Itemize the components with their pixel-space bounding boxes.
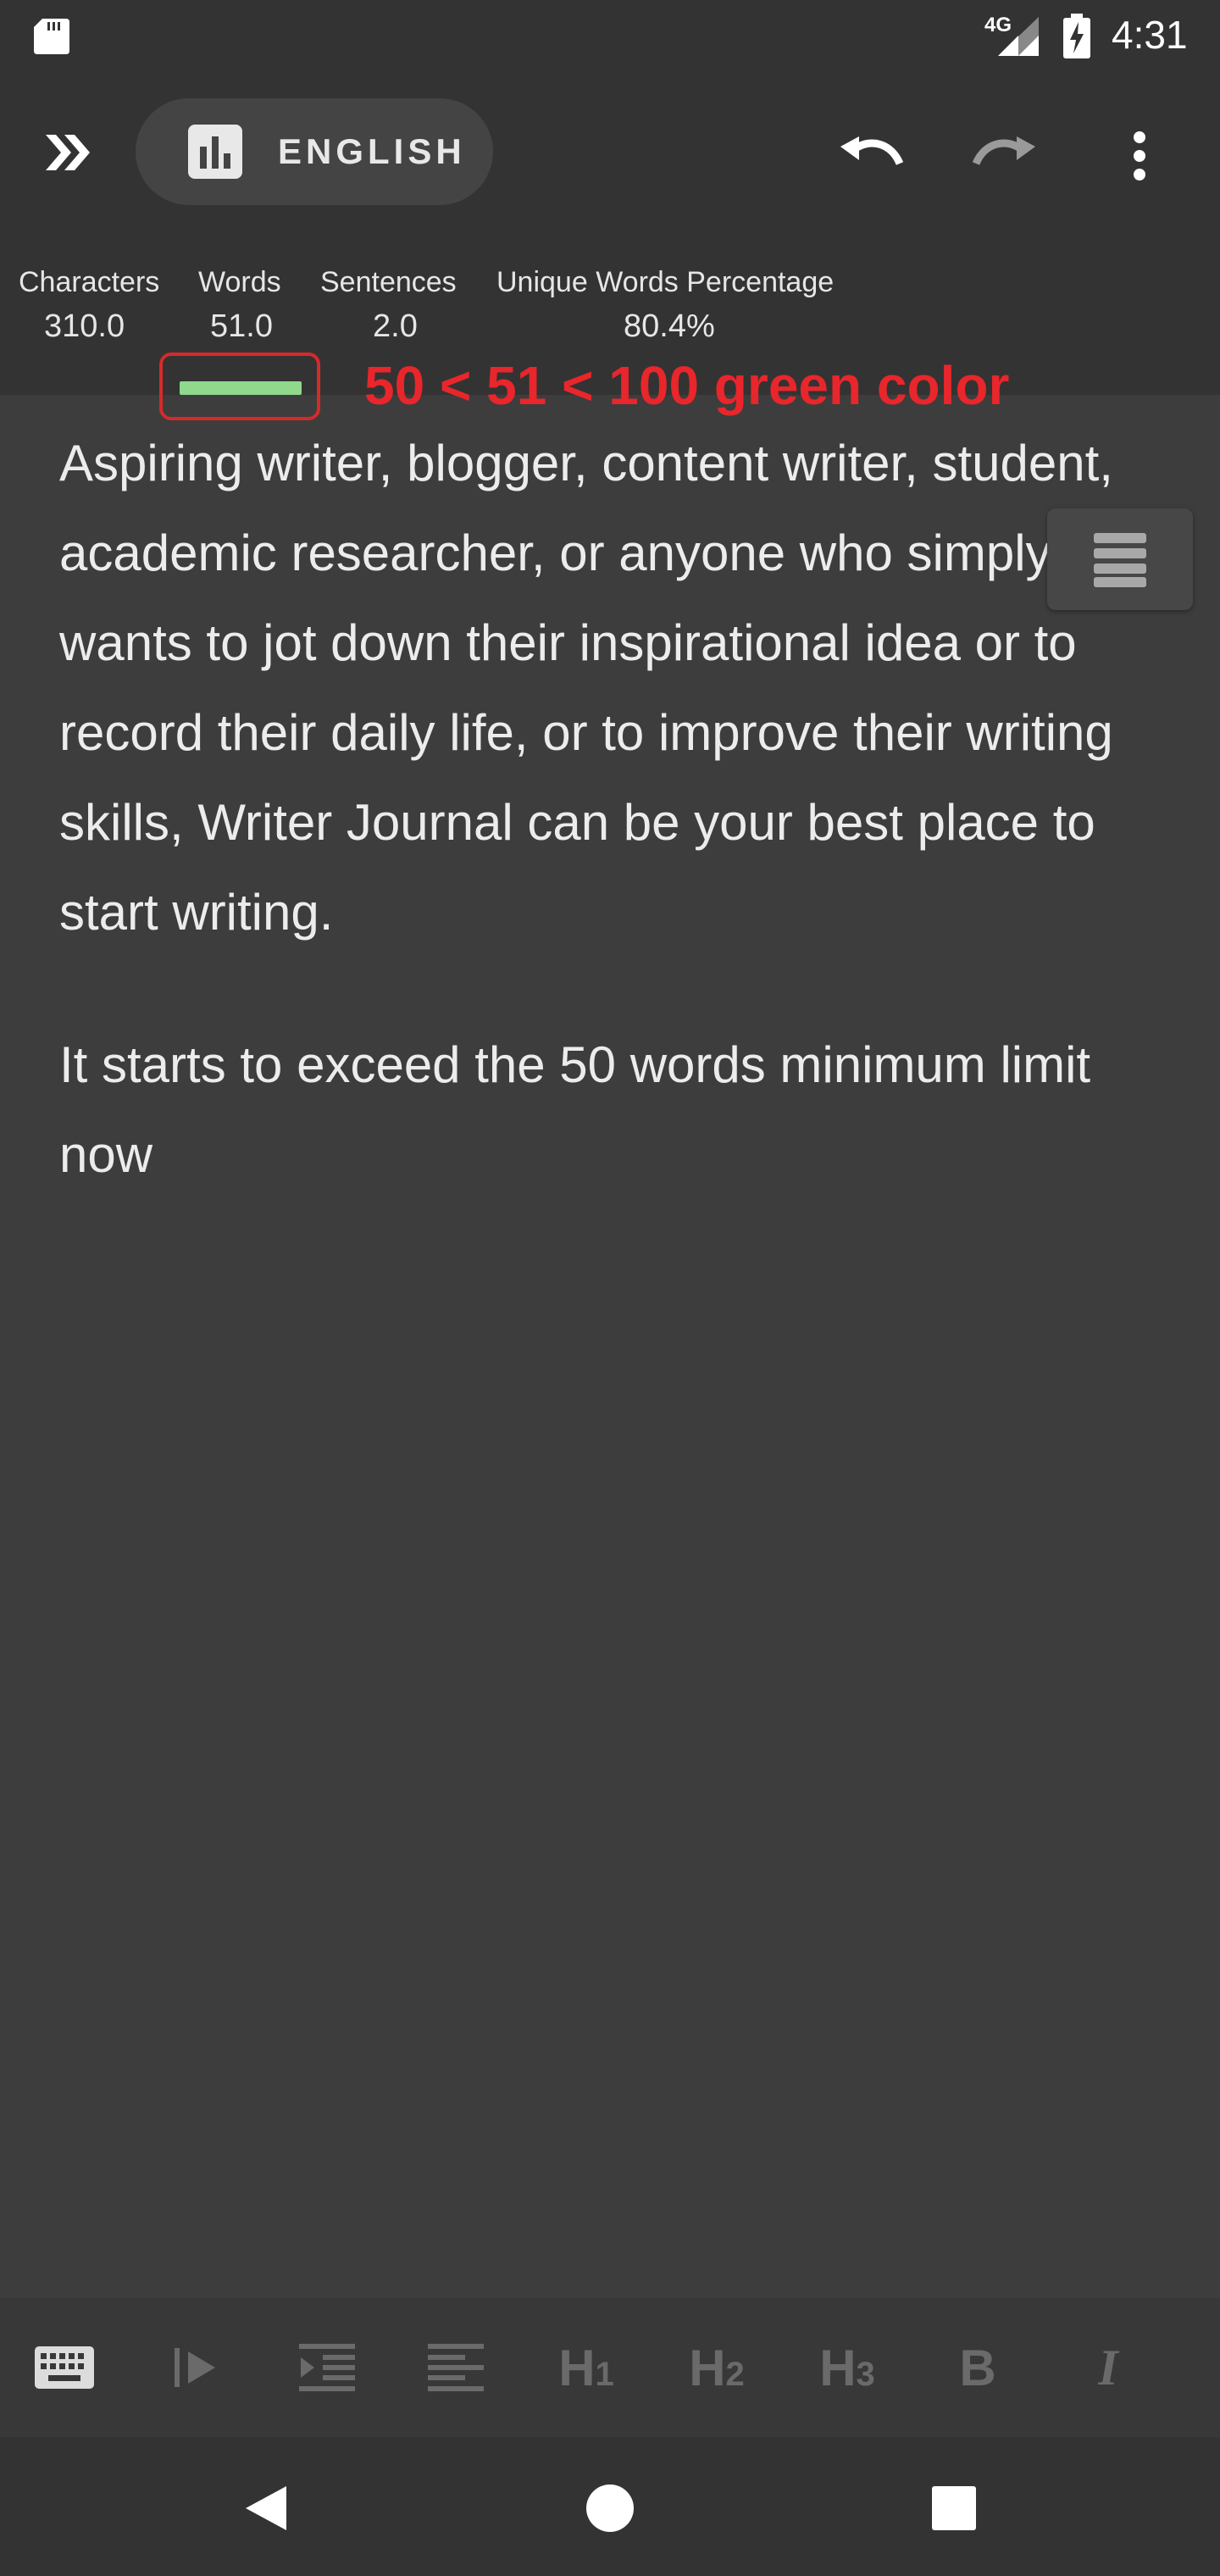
- status-bar: 4G 4:31: [0, 0, 1220, 76]
- sentences-value: 2.0: [373, 308, 418, 344]
- editor-paragraph[interactable]: Aspiring writer, blogger, content writer…: [59, 419, 1178, 958]
- recents-button[interactable]: [913, 2468, 995, 2549]
- bold-label: B: [959, 2339, 996, 2396]
- battery-charging-icon: [1063, 14, 1090, 58]
- sentences-label: Sentences: [320, 266, 457, 298]
- recents-icon: [932, 2486, 976, 2530]
- word-count-indicator-bar: [180, 381, 302, 395]
- words-value: 51.0: [210, 308, 273, 344]
- undo-icon: [840, 136, 904, 166]
- words-label: Words: [198, 266, 281, 298]
- indent-button[interactable]: [274, 2298, 380, 2437]
- home-icon: [586, 2484, 634, 2532]
- double-chevron-right-icon: [46, 135, 90, 170]
- language-label: ENGLISH: [278, 131, 466, 171]
- home-button[interactable]: [569, 2468, 651, 2549]
- undo-button[interactable]: [830, 115, 912, 197]
- redo-button[interactable]: [964, 115, 1045, 197]
- characters-label: Characters: [19, 266, 160, 298]
- heading-3-button[interactable]: H3: [795, 2298, 900, 2437]
- more-vert-icon: [1134, 131, 1145, 180]
- heading-1-button[interactable]: H1: [534, 2298, 639, 2437]
- bar-chart-icon: [188, 125, 242, 179]
- list-icon: [1094, 533, 1146, 587]
- align-left-icon: [428, 2344, 484, 2391]
- heading-3-label: H3: [819, 2339, 875, 2396]
- signal-icon: [998, 17, 1039, 56]
- clock: 4:31: [1112, 13, 1188, 57]
- insert-marker-button[interactable]: [144, 2298, 249, 2437]
- annotation-text: 50 < 51 < 100 green color: [364, 355, 1010, 416]
- characters-value: 310.0: [44, 308, 125, 344]
- unique-words-label: Unique Words Percentage: [496, 266, 835, 298]
- redo-icon: [972, 136, 1035, 166]
- language-selector-button[interactable]: ENGLISH: [136, 98, 493, 205]
- sd-card-icon: [34, 19, 69, 54]
- play-indent-icon: [175, 2348, 215, 2387]
- italic-button[interactable]: I: [1056, 2298, 1161, 2437]
- heading-2-label: H2: [689, 2339, 745, 2396]
- italic-label: I: [1098, 2339, 1118, 2396]
- indent-icon: [299, 2344, 355, 2391]
- navigation-bar: [0, 2437, 1220, 2576]
- editor-paragraph[interactable]: It starts to exceed the 50 words minimum…: [59, 1020, 1178, 1200]
- heading-1-label: H1: [558, 2339, 614, 2396]
- heading-2-button[interactable]: H2: [664, 2298, 769, 2437]
- format-toolbar: H1 H2 H3 B I: [0, 2298, 1220, 2437]
- keyboard-button[interactable]: [12, 2298, 117, 2437]
- back-icon: [246, 2486, 286, 2530]
- outline-button[interactable]: [1047, 508, 1193, 610]
- more-options-button[interactable]: [1101, 115, 1178, 197]
- keyboard-icon: [35, 2346, 94, 2389]
- bold-button[interactable]: B: [925, 2298, 1030, 2437]
- align-left-button[interactable]: [403, 2298, 508, 2437]
- unique-words-value: 80.4%: [624, 308, 715, 344]
- back-button[interactable]: [225, 2468, 307, 2549]
- expand-menu-button[interactable]: [34, 119, 102, 186]
